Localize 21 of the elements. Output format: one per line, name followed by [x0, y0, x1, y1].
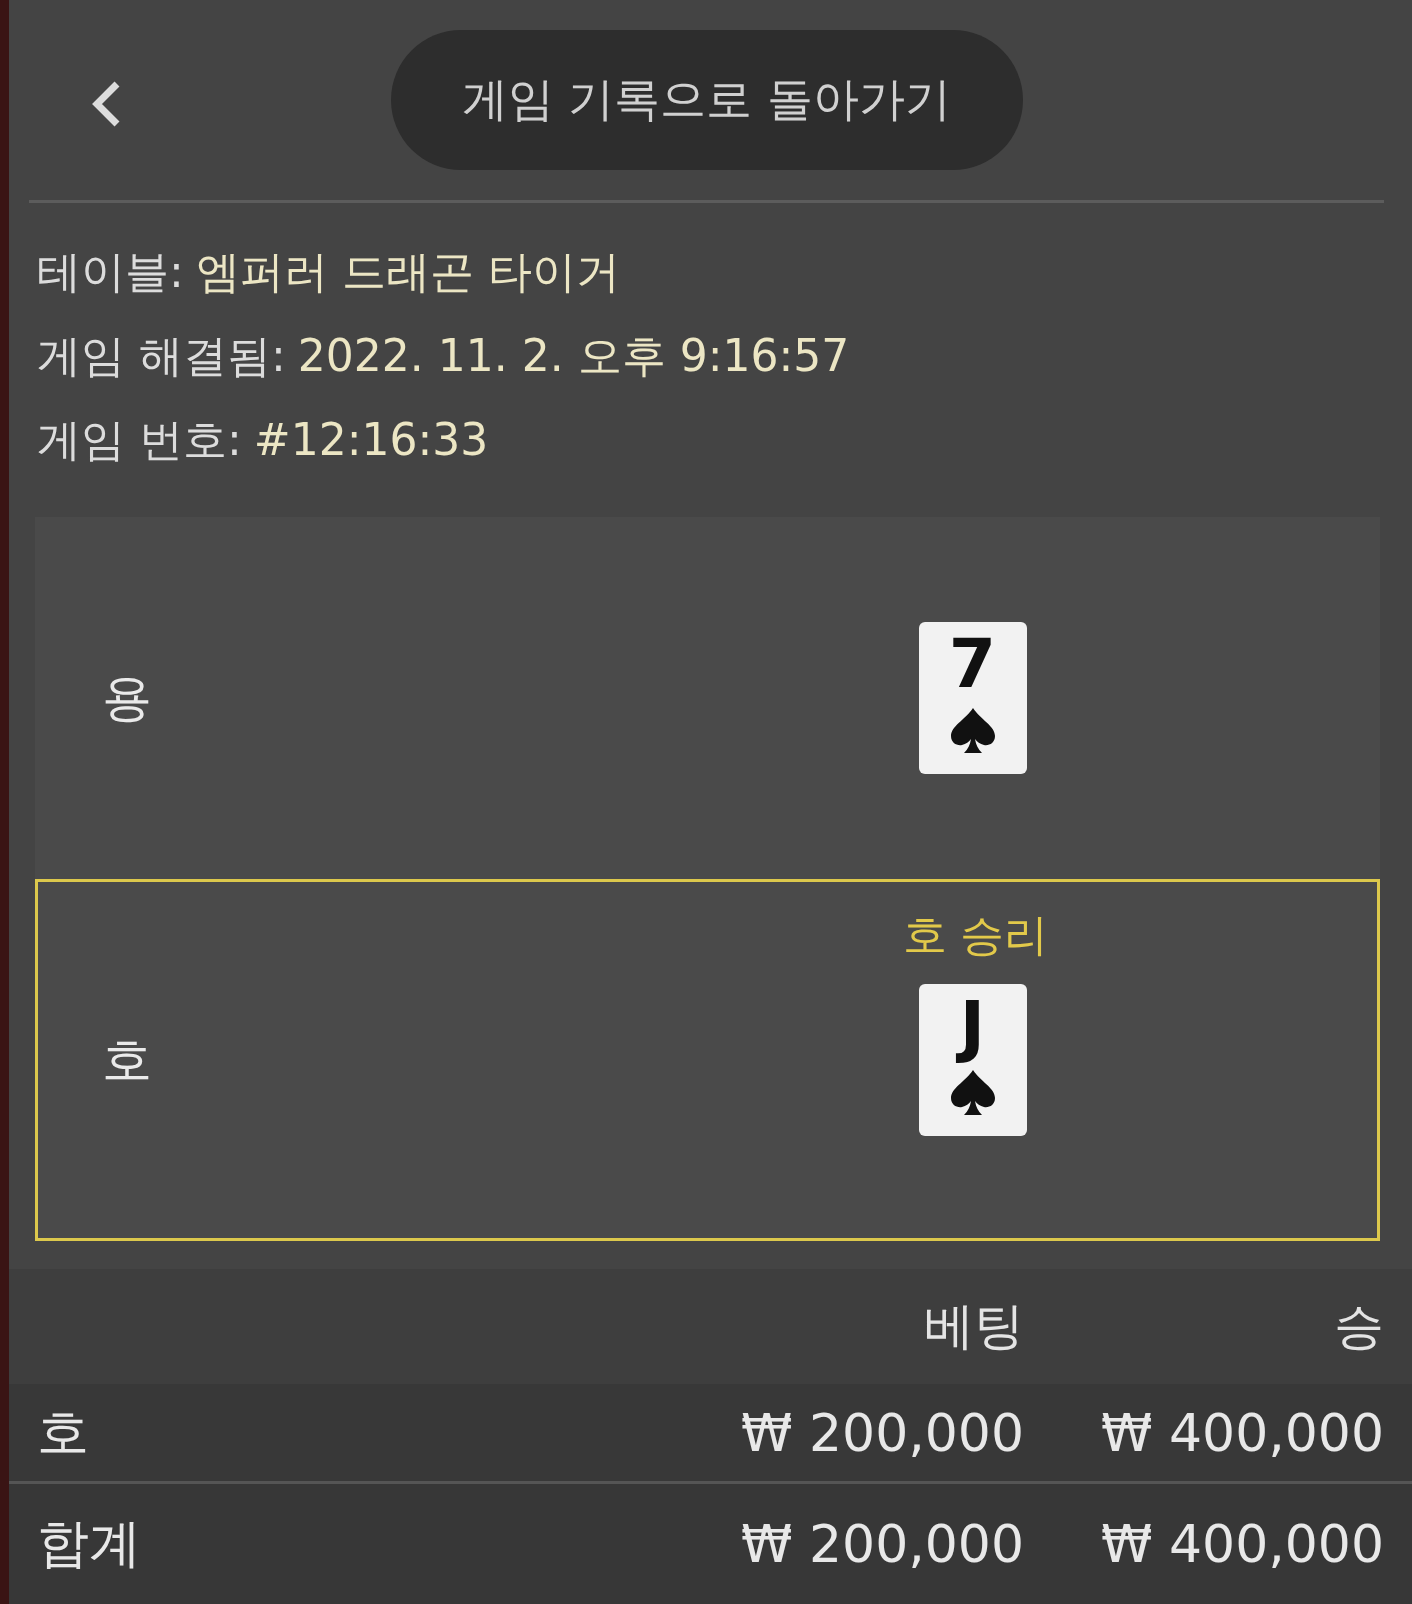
spade-icon	[948, 706, 997, 756]
info-label: 게임 해결됨:	[37, 329, 286, 383]
spade-icon	[948, 1068, 997, 1118]
bet-amount: ₩ 200,000	[740, 1402, 1024, 1463]
info-value: #12:16:33	[253, 413, 489, 467]
win-amount: ₩ 400,000	[1100, 1402, 1384, 1463]
column-header: 베팅	[923, 1296, 1024, 1357]
hand-name: 용	[101, 667, 153, 729]
info-value: 2022. 11. 2. 오후 9:16:57	[297, 329, 850, 383]
row-label: 호	[37, 1400, 90, 1464]
result-label: 호 승리	[902, 908, 1049, 962]
column-header: 승	[1333, 1296, 1384, 1357]
bet-amount: ₩ 200,000	[740, 1514, 1024, 1574]
back-to-history-button[interactable]: 게임 기록으로 돌아가기	[390, 30, 1023, 170]
row-label: 합계	[37, 1512, 142, 1575]
card-rank: 7	[948, 628, 997, 700]
info-value: 엠퍼러 드래곤 타이거	[195, 245, 620, 299]
hand-name: 호	[101, 1029, 153, 1091]
win-amount: ₩ 400,000	[1100, 1514, 1384, 1574]
info-label: 게임 번호:	[37, 413, 242, 467]
info-label: 테이블:	[37, 245, 184, 299]
